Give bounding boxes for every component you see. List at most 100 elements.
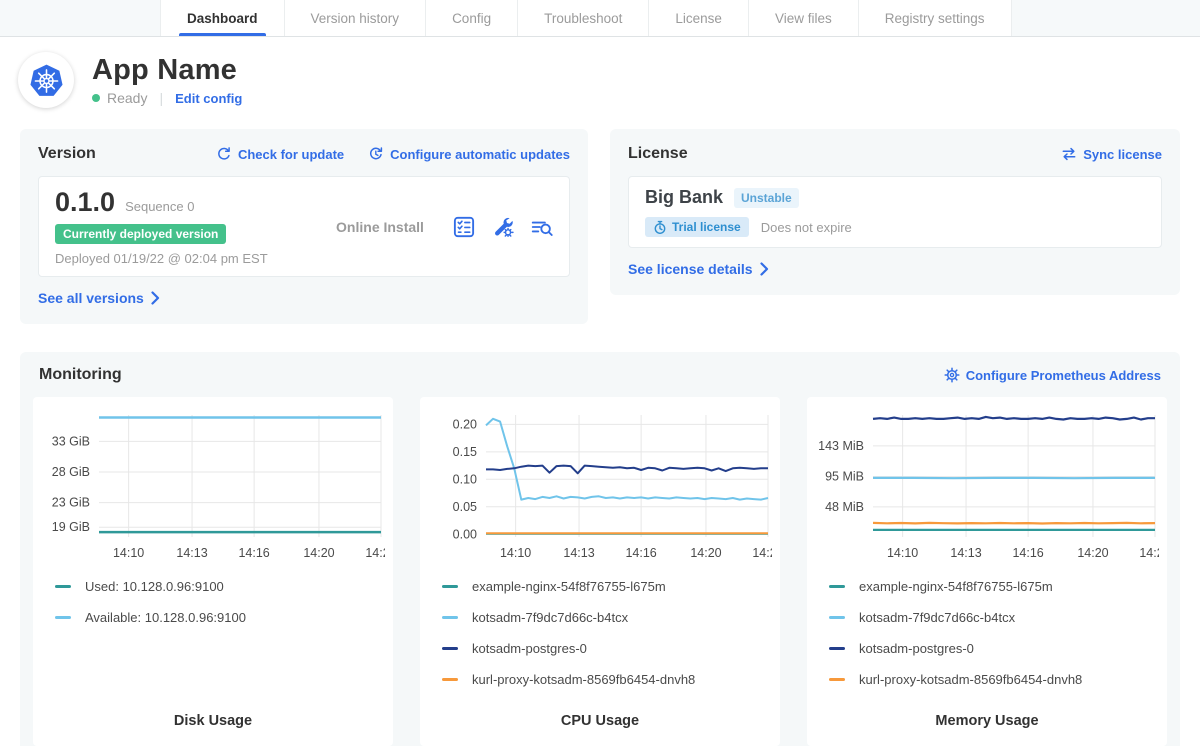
legend-item: Available: 10.128.0.96:9100 [55, 610, 373, 625]
monitoring-section: Monitoring Configure Prometheus Address … [20, 352, 1180, 746]
svg-text:95 MiB: 95 MiB [825, 470, 864, 484]
legend-swatch-icon [55, 616, 71, 619]
customer-name: Big Bank [645, 187, 723, 208]
tab-dashboard[interactable]: Dashboard [160, 0, 285, 36]
preflight-checklist-icon[interactable] [453, 216, 475, 238]
tab-version-history[interactable]: Version history [285, 0, 427, 36]
legend-swatch-icon [829, 585, 845, 588]
kubernetes-wheel-icon [28, 62, 65, 98]
expiry-label: Does not expire [761, 220, 852, 235]
legend-item: kotsadm-postgres-0 [829, 641, 1147, 656]
svg-text:14:13: 14:13 [563, 546, 594, 560]
svg-text:14:23: 14:23 [365, 546, 385, 560]
legend-item: kotsadm-7f9dc7d66c-b4tcx [442, 610, 760, 625]
svg-text:14:10: 14:10 [113, 546, 144, 560]
license-card: License Sync license Big Bank Unstable T… [610, 129, 1180, 295]
chart-legend: Used: 10.128.0.96:9100 Available: 10.128.… [41, 573, 385, 641]
disk-usage-plot: 14:10 14:13 14:16 14:20 14:23 33 GiB 28 GiB 23 … [41, 407, 385, 573]
check-for-update-button[interactable]: Check for update [216, 146, 344, 162]
edit-config-link[interactable]: Edit config [175, 91, 242, 106]
svg-text:14:10: 14:10 [887, 546, 918, 560]
legend-swatch-icon [442, 616, 458, 619]
legend-swatch-icon [829, 647, 845, 650]
svg-text:33 GiB: 33 GiB [52, 434, 90, 448]
svg-text:14:16: 14:16 [238, 546, 269, 560]
stopwatch-icon [653, 220, 667, 234]
svg-text:0.00: 0.00 [453, 527, 477, 541]
divider: | [159, 90, 163, 106]
svg-text:14:13: 14:13 [950, 546, 981, 560]
svg-text:14:23: 14:23 [752, 546, 772, 560]
legend-swatch-icon [442, 678, 458, 681]
schedule-update-icon [368, 146, 384, 162]
cpu-usage-card: 14:1014:1314:1614:2014:230.200.150.100.0… [420, 397, 780, 746]
legend-label: kotsadm-postgres-0 [859, 641, 974, 656]
svg-text:0.15: 0.15 [453, 445, 477, 459]
see-license-details-link[interactable]: See license details [628, 261, 769, 277]
memory-usage-plot: 14:10 14:13 14:16 14:20 14:23 143 MiB 95 MiB 48… [815, 407, 1159, 573]
svg-text:0.20: 0.20 [453, 417, 477, 431]
legend-swatch-icon [442, 647, 458, 650]
see-all-versions-link[interactable]: See all versions [38, 290, 160, 306]
chart-title: Memory Usage [815, 703, 1159, 746]
legend-label: Used: 10.128.0.96:9100 [85, 579, 224, 594]
tab-view-files[interactable]: View files [749, 0, 859, 36]
legend-swatch-icon [442, 585, 458, 588]
legend-item: kurl-proxy-kotsadm-8569fb6454-dnvh8 [442, 672, 760, 687]
svg-text:14:20: 14:20 [1077, 546, 1108, 560]
legend-swatch-icon [55, 585, 71, 588]
legend-label: kotsadm-7f9dc7d66c-b4tcx [472, 610, 628, 625]
svg-text:143 MiB: 143 MiB [818, 439, 864, 453]
version-card-title: Version [38, 145, 96, 163]
legend-item: kotsadm-postgres-0 [442, 641, 760, 656]
sequence-label: Sequence 0 [125, 199, 194, 214]
legend-item: Used: 10.128.0.96:9100 [55, 579, 373, 594]
configure-automatic-updates-button[interactable]: Configure automatic updates [368, 146, 570, 162]
sync-license-button[interactable]: Sync license [1061, 146, 1162, 162]
svg-text:14:23: 14:23 [1139, 546, 1159, 560]
view-logs-search-icon[interactable] [531, 217, 553, 237]
sync-icon [1061, 146, 1077, 162]
legend-item: kurl-proxy-kotsadm-8569fb6454-dnvh8 [829, 672, 1147, 687]
tab-license[interactable]: License [649, 0, 749, 36]
deployed-timestamp: Deployed 01/19/22 @ 02:04 pm EST [55, 251, 307, 266]
channel-badge: Unstable [734, 188, 799, 208]
status-badge: Ready [107, 90, 147, 106]
chevron-right-icon [760, 262, 769, 276]
legend-label: example-nginx-54f8f76755-l675m [472, 579, 666, 594]
currently-deployed-badge: Currently deployed version [55, 224, 226, 244]
monitoring-title: Monitoring [39, 366, 122, 384]
install-type-label: Online Install [307, 219, 453, 235]
tab-registry-settings[interactable]: Registry settings [859, 0, 1012, 36]
memory-usage-card: 14:10 14:13 14:16 14:20 14:23 143 MiB 95 MiB 48… [807, 397, 1167, 746]
status-dot-icon [92, 94, 100, 102]
svg-text:0.10: 0.10 [453, 472, 477, 486]
chart-legend: example-nginx-54f8f76755-l675m kotsadm-7f… [428, 573, 772, 703]
svg-text:28 GiB: 28 GiB [52, 465, 90, 479]
legend-swatch-icon [829, 678, 845, 681]
svg-text:14:13: 14:13 [176, 546, 207, 560]
chevron-right-icon [151, 291, 160, 305]
wrench-gear-icon[interactable] [492, 216, 514, 238]
legend-label: kotsadm-postgres-0 [472, 641, 587, 656]
svg-text:19 GiB: 19 GiB [52, 520, 90, 534]
page-title: App Name [92, 54, 242, 87]
svg-text:14:20: 14:20 [303, 546, 334, 560]
legend-label: kurl-proxy-kotsadm-8569fb6454-dnvh8 [859, 672, 1082, 687]
svg-text:14:10: 14:10 [500, 546, 531, 560]
tab-config[interactable]: Config [426, 0, 518, 36]
svg-text:48 MiB: 48 MiB [825, 500, 864, 514]
trial-license-badge: Trial license [645, 217, 749, 237]
chart-legend: example-nginx-54f8f76755-l675mkotsadm-7f… [815, 573, 1159, 703]
legend-item: example-nginx-54f8f76755-l675m [829, 579, 1147, 594]
version-card: Version Check for update Configure autom… [20, 129, 588, 324]
configure-prometheus-button[interactable]: Configure Prometheus Address [944, 367, 1161, 383]
legend-item: example-nginx-54f8f76755-l675m [442, 579, 760, 594]
tab-troubleshoot[interactable]: Troubleshoot [518, 0, 649, 36]
version-number: 0.1.0 [55, 187, 115, 218]
cpu-usage-plot: 14:1014:1314:1614:2014:230.200.150.100.0… [428, 407, 772, 573]
svg-text:14:16: 14:16 [1012, 546, 1043, 560]
svg-text:23 GiB: 23 GiB [52, 496, 90, 510]
chart-title: CPU Usage [428, 703, 772, 746]
gear-icon [944, 367, 960, 383]
